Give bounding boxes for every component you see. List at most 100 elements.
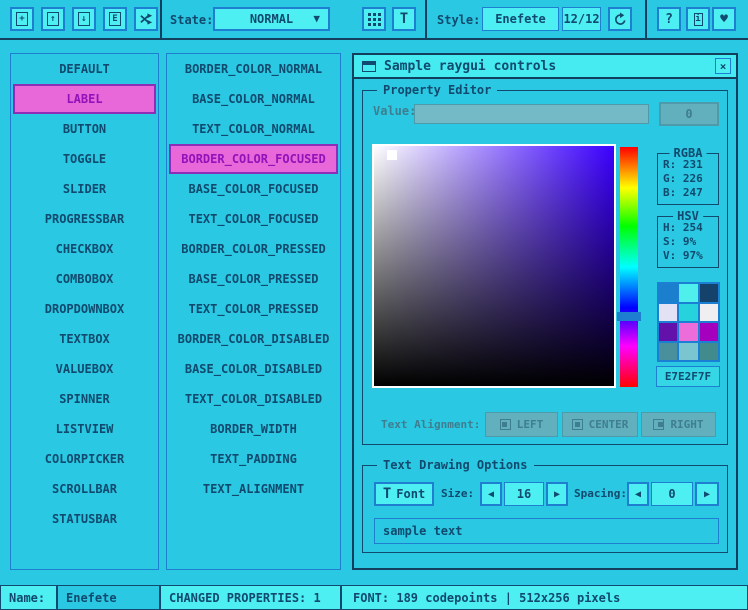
color-swatch[interactable] <box>659 343 677 361</box>
spacing-value-box[interactable]: 0 <box>651 482 693 506</box>
list-item-checkbox[interactable]: CHECKBOX <box>13 234 156 264</box>
hsv-group: HSV H: 254 S: 9% V: 97% <box>657 216 719 268</box>
list-item-progressbar[interactable]: PROGRESSBAR <box>13 204 156 234</box>
rgba-g-value: G: 226 <box>663 172 718 185</box>
status-changed-properties: CHANGED PROPERTIES: 1 <box>160 585 341 610</box>
color-swatch[interactable] <box>659 284 677 302</box>
prop-item[interactable]: BORDER_COLOR_NORMAL <box>169 54 338 84</box>
save-style-button[interactable]: ↓ <box>72 7 96 31</box>
font-button[interactable]: T Font <box>374 482 434 506</box>
hue-bar[interactable] <box>620 147 638 387</box>
arrow-right-icon: ▶ <box>704 489 710 500</box>
prop-item[interactable]: TEXT_COLOR_DISABLED <box>169 384 338 414</box>
status-name-label: Name: <box>0 585 57 610</box>
align-left-icon <box>500 419 511 430</box>
style-count-box[interactable]: 12/12 <box>562 7 601 31</box>
list-item-default[interactable]: DEFAULT <box>13 54 156 84</box>
sponsor-button[interactable]: ♥ <box>712 7 736 31</box>
hex-value-textbox[interactable]: E7E2F7F <box>656 366 720 387</box>
window-title: Sample raygui controls <box>384 59 556 74</box>
color-swatch[interactable] <box>679 343 697 361</box>
prop-item[interactable]: TEXT_COLOR_NORMAL <box>169 114 338 144</box>
prop-item[interactable]: BASE_COLOR_DISABLED <box>169 354 338 384</box>
style-name-box[interactable]: Enefete <box>482 7 559 31</box>
value-box: 0 <box>659 102 719 126</box>
list-item-listview[interactable]: LISTVIEW <box>13 414 156 444</box>
color-swatch[interactable] <box>700 304 718 322</box>
sample-text-input[interactable]: sample text <box>374 518 719 544</box>
chevron-down-icon: ▼ <box>313 12 320 25</box>
list-item-valuebox[interactable]: VALUEBOX <box>13 354 156 384</box>
list-item-scrollbar[interactable]: SCROLLBAR <box>13 474 156 504</box>
prop-item[interactable]: BASE_COLOR_FOCUSED <box>169 174 338 204</box>
file-open-icon: ↑ <box>47 12 59 26</box>
size-decrease-button[interactable]: ◀ <box>480 482 502 506</box>
close-icon: × <box>720 60 727 73</box>
list-item-button[interactable]: BUTTON <box>13 114 156 144</box>
list-item-colorpicker[interactable]: COLORPICKER <box>13 444 156 474</box>
color-swatch[interactable] <box>700 323 718 341</box>
color-swatch[interactable] <box>659 323 677 341</box>
value-label: Value: <box>373 104 416 118</box>
spacing-decrease-button[interactable]: ◀ <box>627 482 649 506</box>
list-item-slider[interactable]: SLIDER <box>13 174 156 204</box>
help-button[interactable]: ? <box>657 7 681 31</box>
style-count-value: 12/12 <box>563 12 599 26</box>
heart-icon: ♥ <box>720 12 728 27</box>
prop-item[interactable]: TEXT_COLOR_FOCUSED <box>169 204 338 234</box>
spacing-label: Spacing: <box>574 487 627 500</box>
hsv-v-value: V: 97% <box>663 249 718 262</box>
new-style-button[interactable]: + <box>10 7 34 31</box>
load-style-button[interactable]: ↑ <box>41 7 65 31</box>
property-editor-title: Property Editor <box>377 83 497 97</box>
color-saturation-panel[interactable] <box>372 144 616 388</box>
list-item-textbox[interactable]: TEXTBOX <box>13 324 156 354</box>
spacing-increase-button[interactable]: ▶ <box>695 482 719 506</box>
about-button[interactable]: i <box>686 7 710 31</box>
toolbar-divider <box>645 0 647 38</box>
reload-style-button[interactable] <box>608 7 632 31</box>
size-increase-button[interactable]: ▶ <box>546 482 568 506</box>
arrow-left-icon: ◀ <box>635 489 641 500</box>
window-icon <box>362 61 376 72</box>
list-item-combobox[interactable]: COMBOBOX <box>13 264 156 294</box>
hex-value: E7E2F7F <box>665 370 711 383</box>
export-style-button[interactable]: E <box>103 7 127 31</box>
random-style-button[interactable] <box>134 7 158 31</box>
controls-table-button[interactable] <box>362 7 386 31</box>
toolbar-divider <box>425 0 427 38</box>
font-options-button[interactable]: T <box>392 7 416 31</box>
prop-item-selected[interactable]: BORDER_COLOR_FOCUSED <box>169 144 338 174</box>
align-center-button: CENTER <box>562 412 638 437</box>
hue-handle[interactable] <box>617 312 641 321</box>
color-swatch[interactable] <box>679 284 697 302</box>
list-item-dropdownbox[interactable]: DROPDOWNBOX <box>13 294 156 324</box>
prop-item[interactable]: BORDER_COLOR_PRESSED <box>169 234 338 264</box>
align-right-icon <box>653 419 664 430</box>
value-slider <box>414 104 649 124</box>
prop-item[interactable]: TEXT_ALIGNMENT <box>169 474 338 504</box>
prop-item[interactable]: BORDER_WIDTH <box>169 414 338 444</box>
prop-item[interactable]: BASE_COLOR_PRESSED <box>169 264 338 294</box>
prop-item[interactable]: BASE_COLOR_NORMAL <box>169 84 338 114</box>
color-swatch[interactable] <box>700 284 718 302</box>
window-titlebar[interactable]: Sample raygui controls × <box>354 55 736 79</box>
color-swatch[interactable] <box>679 323 697 341</box>
list-item-statusbar[interactable]: STATUSBAR <box>13 504 156 534</box>
list-item-toggle[interactable]: TOGGLE <box>13 144 156 174</box>
hsv-title: HSV <box>673 209 703 223</box>
prop-item[interactable]: TEXT_PADDING <box>169 444 338 474</box>
close-button[interactable]: × <box>715 58 731 74</box>
state-dropdown[interactable]: NORMAL ▼ <box>213 7 330 31</box>
color-swatch[interactable] <box>700 343 718 361</box>
controls-listview: DEFAULT LABEL BUTTON TOGGLE SLIDER PROGR… <box>10 53 159 570</box>
statusbar: Name: Enefete CHANGED PROPERTIES: 1 FONT… <box>0 585 748 610</box>
arrow-left-icon: ◀ <box>488 489 494 500</box>
list-item-spinner[interactable]: SPINNER <box>13 384 156 414</box>
color-swatch[interactable] <box>659 304 677 322</box>
list-item-label-selected[interactable]: LABEL <box>13 84 156 114</box>
prop-item[interactable]: BORDER_COLOR_DISABLED <box>169 324 338 354</box>
size-value-box[interactable]: 16 <box>504 482 544 506</box>
color-swatch[interactable] <box>679 304 697 322</box>
prop-item[interactable]: TEXT_COLOR_PRESSED <box>169 294 338 324</box>
